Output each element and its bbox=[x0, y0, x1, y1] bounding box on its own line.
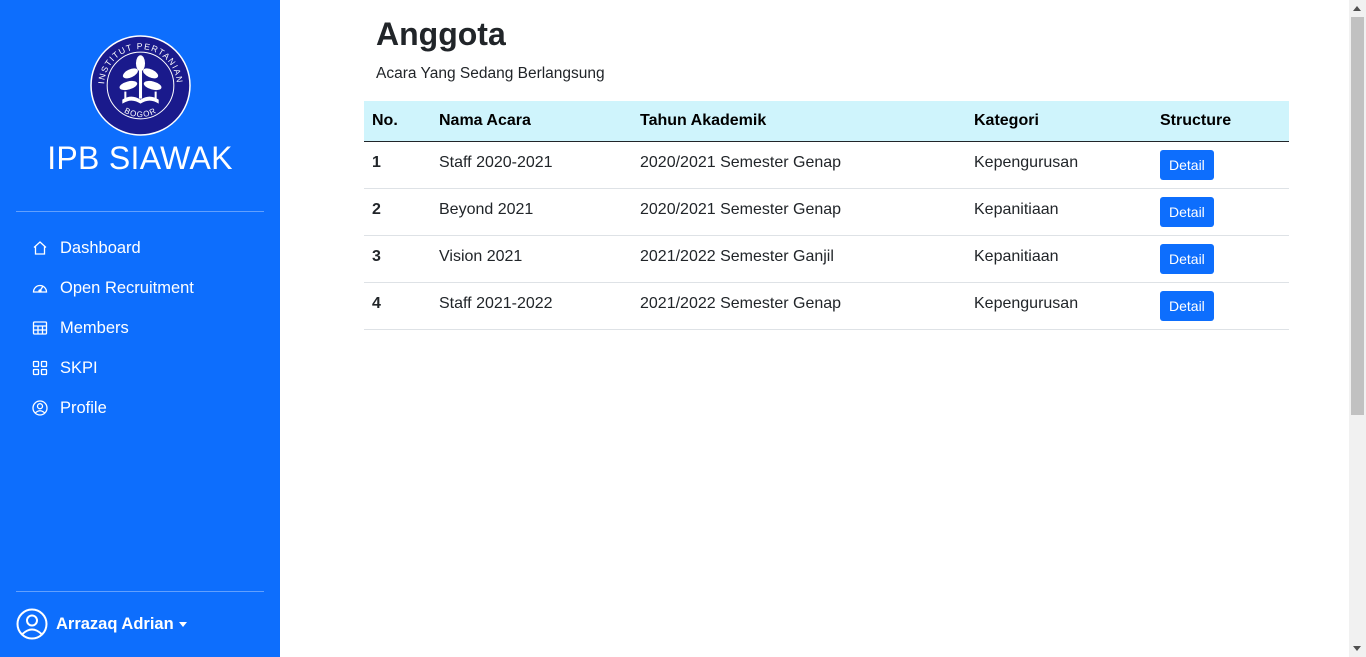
sidebar-item-label: SKPI bbox=[60, 358, 98, 377]
sidebar-item-profile[interactable]: Profile bbox=[16, 388, 264, 428]
events-table: No. Nama Acara Tahun Akademik Kategori S… bbox=[364, 101, 1289, 330]
row-number: 2 bbox=[364, 188, 431, 236]
sidebar: INSTITUT PERTANIAN BOGOR IPB SIAWAK Dash… bbox=[0, 0, 280, 657]
detail-button[interactable]: Detail bbox=[1160, 291, 1214, 321]
sidebar-item-skpi[interactable]: SKPI bbox=[16, 348, 264, 388]
event-name: Beyond 2021 bbox=[431, 188, 632, 236]
sidebar-divider bbox=[16, 211, 264, 212]
row-number: 4 bbox=[364, 282, 431, 330]
category: Kepengurusan bbox=[966, 282, 1152, 330]
person-circle-icon bbox=[16, 608, 48, 640]
user-name: Arrazaq Adrian bbox=[56, 614, 174, 633]
sidebar-divider bbox=[16, 591, 264, 592]
category: Kepengurusan bbox=[966, 141, 1152, 189]
ipb-logo: INSTITUT PERTANIAN BOGOR bbox=[90, 35, 191, 136]
page-subtitle: Acara Yang Sedang Berlangsung bbox=[376, 65, 605, 82]
speedometer-icon bbox=[32, 280, 48, 296]
table-row: 4 Staff 2021-2022 2021/2022 Semester Gen… bbox=[364, 282, 1289, 330]
sidebar-item-label: Profile bbox=[60, 398, 107, 417]
detail-button[interactable]: Detail bbox=[1160, 150, 1214, 180]
event-name: Staff 2020-2021 bbox=[431, 141, 632, 189]
sidebar-item-label: Dashboard bbox=[60, 238, 141, 257]
sidebar-item-dashboard[interactable]: Dashboard bbox=[16, 228, 264, 268]
academic-year: 2021/2022 Semester Genap bbox=[632, 282, 966, 330]
row-number: 3 bbox=[364, 235, 431, 283]
category: Kepanitiaan bbox=[966, 188, 1152, 236]
sidebar-item-open-recruitment[interactable]: Open Recruitment bbox=[16, 268, 264, 308]
caret-down-icon bbox=[178, 621, 187, 627]
vertical-scrollbar[interactable] bbox=[1349, 0, 1366, 657]
brand-title[interactable]: IPB SIAWAK bbox=[0, 140, 280, 177]
column-header-structure: Structure bbox=[1152, 101, 1289, 142]
academic-year: 2020/2021 Semester Genap bbox=[632, 188, 966, 236]
academic-year: 2020/2021 Semester Genap bbox=[632, 141, 966, 189]
sidebar-item-label: Open Recruitment bbox=[60, 278, 194, 297]
table-row: 1 Staff 2020-2021 2020/2021 Semester Gen… bbox=[364, 141, 1289, 189]
column-header-nama-acara: Nama Acara bbox=[431, 101, 632, 142]
table-row: 2 Beyond 2021 2020/2021 Semester Genap K… bbox=[364, 188, 1289, 236]
column-header-no: No. bbox=[364, 101, 431, 142]
academic-year: 2021/2022 Semester Ganjil bbox=[632, 235, 966, 283]
table-row: 3 Vision 2021 2021/2022 Semester Ganjil … bbox=[364, 235, 1289, 283]
column-header-tahun-akademik: Tahun Akademik bbox=[632, 101, 966, 142]
sidebar-item-label: Members bbox=[60, 318, 129, 337]
scroll-up-arrow-icon[interactable] bbox=[1353, 6, 1361, 11]
sidebar-item-members[interactable]: Members bbox=[16, 308, 264, 348]
scroll-down-arrow-icon[interactable] bbox=[1353, 646, 1361, 651]
grid-icon bbox=[32, 360, 48, 376]
event-name: Vision 2021 bbox=[431, 235, 632, 283]
table-icon bbox=[32, 320, 48, 336]
column-header-kategori: Kategori bbox=[966, 101, 1152, 142]
category: Kepanitiaan bbox=[966, 235, 1152, 283]
person-circle-icon bbox=[32, 400, 48, 416]
scrollbar-thumb[interactable] bbox=[1351, 17, 1364, 415]
user-menu-toggle[interactable]: Arrazaq Adrian bbox=[16, 607, 187, 641]
event-name: Staff 2021-2022 bbox=[431, 282, 632, 330]
table-header-row: No. Nama Acara Tahun Akademik Kategori S… bbox=[364, 101, 1289, 142]
sidebar-nav: Dashboard Open Recruitment Members SKPI … bbox=[16, 228, 264, 428]
detail-button[interactable]: Detail bbox=[1160, 197, 1214, 227]
house-icon bbox=[32, 240, 48, 256]
detail-button[interactable]: Detail bbox=[1160, 244, 1214, 274]
row-number: 1 bbox=[364, 141, 431, 189]
page-title: Anggota bbox=[376, 16, 506, 52]
